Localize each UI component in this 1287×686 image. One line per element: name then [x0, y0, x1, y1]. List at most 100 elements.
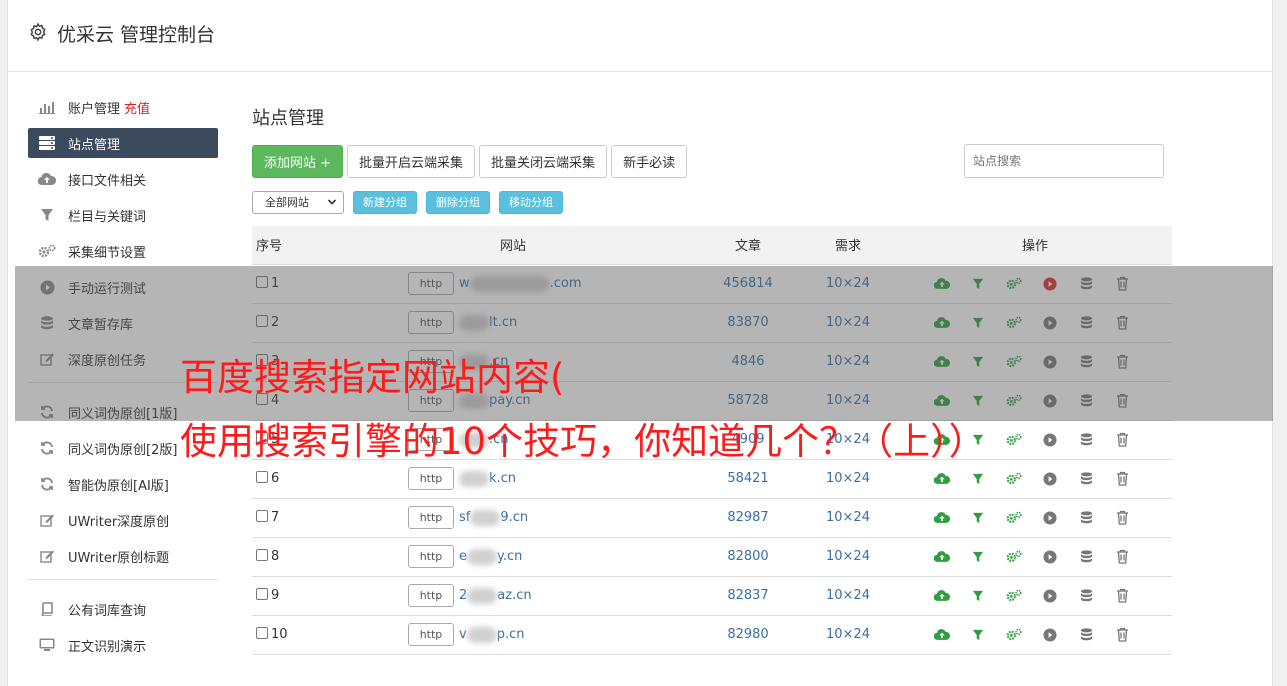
table-row: 10 http v p.cn 82980 10×24 — [252, 615, 1172, 655]
sidebar-item-uwriter-title[interactable]: UWriter原创标题 — [28, 541, 218, 571]
gears-icon[interactable] — [996, 470, 1032, 488]
row-checkbox[interactable] — [256, 627, 268, 639]
move-group-button[interactable]: 移动分组 — [499, 190, 563, 214]
cloud-upload-icon[interactable] — [924, 470, 960, 488]
sidebar-item-columns-keywords[interactable]: 栏目与关键词 — [28, 200, 218, 230]
site-domain-prefix[interactable]: e — [459, 549, 467, 564]
col-header-ops: 操作 — [898, 226, 1172, 265]
trash-icon[interactable] — [1104, 509, 1140, 527]
gears-icon[interactable] — [996, 509, 1032, 527]
demand-value[interactable]: 10×24 — [798, 498, 898, 538]
add-site-button[interactable]: 添加网站 + — [252, 144, 344, 178]
redacted-blur — [470, 509, 501, 526]
chevron-down-icon — [327, 198, 337, 205]
play-circle-icon[interactable] — [1032, 587, 1068, 605]
row-checkbox[interactable] — [256, 549, 268, 561]
bar-chart-icon — [38, 99, 56, 115]
ops-cell — [898, 537, 1172, 577]
redacted-blur — [466, 626, 497, 643]
row-no-cell: 9 — [252, 576, 328, 616]
trash-icon[interactable] — [1104, 470, 1140, 488]
recharge-link[interactable]: 充值 — [124, 98, 150, 117]
database-icon[interactable] — [1068, 626, 1104, 644]
delete-group-button[interactable]: 删除分组 — [426, 190, 490, 214]
group-toolbar: 全部网站 新建分组 删除分组 移动分组 — [252, 190, 1172, 214]
trash-icon[interactable] — [1104, 548, 1140, 566]
trash-icon[interactable] — [1104, 626, 1140, 644]
article-count[interactable]: 82987 — [698, 498, 798, 538]
protocol-badge: http — [408, 584, 454, 607]
sidebar-divider — [28, 579, 218, 580]
row-checkbox[interactable] — [256, 588, 268, 600]
filter-icon[interactable] — [960, 587, 996, 605]
sidebar-item-site-management[interactable]: 站点管理 — [28, 128, 218, 158]
database-icon[interactable] — [1068, 548, 1104, 566]
site-domain-prefix[interactable]: v — [459, 627, 467, 642]
table-row: 9 http 2 az.cn 82837 10×24 — [252, 576, 1172, 616]
row-checkbox[interactable] — [256, 510, 268, 522]
site-domain-suffix[interactable]: p.cn — [497, 627, 525, 642]
filter-icon[interactable] — [960, 470, 996, 488]
sidebar-item-text-recognition[interactable]: 正文识别演示 — [28, 630, 218, 660]
redacted-blur — [467, 587, 498, 604]
cloud-upload-icon[interactable] — [924, 509, 960, 527]
sidebar-item-collect-settings[interactable]: 采集细节设置 — [28, 236, 218, 266]
trash-icon[interactable] — [1104, 431, 1140, 449]
gears-icon[interactable] — [996, 626, 1032, 644]
batch-close-cloud-button[interactable]: 批量关闭云端采集 — [479, 144, 608, 178]
play-circle-icon[interactable] — [1032, 470, 1068, 488]
article-count[interactable]: 82980 — [698, 615, 798, 655]
gear-icon — [30, 22, 46, 42]
site-domain-suffix[interactable]: az.cn — [497, 588, 531, 603]
sidebar-item-account[interactable]: 账户管理 充值 — [28, 92, 218, 122]
cloud-upload-icon[interactable] — [924, 548, 960, 566]
database-icon[interactable] — [1068, 509, 1104, 527]
row-no: 6 — [271, 471, 280, 486]
sidebar-item-smart-ai[interactable]: 智能伪原创[AI版] — [28, 469, 218, 499]
play-circle-icon[interactable] — [1032, 509, 1068, 527]
group-select-value: 全部网站 — [265, 196, 309, 209]
demand-value[interactable]: 10×24 — [798, 615, 898, 655]
database-icon[interactable] — [1068, 431, 1104, 449]
protocol-badge: http — [408, 623, 454, 646]
gears-icon[interactable] — [996, 548, 1032, 566]
demand-value[interactable]: 10×24 — [798, 537, 898, 577]
play-circle-icon[interactable] — [1032, 431, 1068, 449]
sidebar-item-public-lexicon[interactable]: 公有词库查询 — [28, 594, 218, 624]
database-icon[interactable] — [1068, 470, 1104, 488]
site-domain-suffix[interactable]: 9.cn — [500, 510, 528, 525]
sidebar-item-label: UWriter深度原创 — [68, 514, 170, 530]
cloud-upload-icon[interactable] — [924, 587, 960, 605]
beginner-guide-button[interactable]: 新手必读 — [611, 144, 688, 178]
trash-icon[interactable] — [1104, 587, 1140, 605]
demand-value[interactable]: 10×24 — [798, 576, 898, 616]
cloud-upload-icon[interactable] — [924, 626, 960, 644]
site-domain-prefix[interactable]: 2 — [459, 588, 467, 603]
play-circle-icon[interactable] — [1032, 548, 1068, 566]
site-domain-suffix[interactable]: y.cn — [497, 549, 522, 564]
filter-icon[interactable] — [960, 509, 996, 527]
sidebar-item-uwriter-deep[interactable]: UWriter深度原创 — [28, 505, 218, 535]
filter-icon[interactable] — [960, 626, 996, 644]
gears-icon[interactable] — [996, 587, 1032, 605]
gears-icon[interactable] — [996, 431, 1032, 449]
site-search-input[interactable] — [964, 144, 1164, 178]
row-no: 10 — [271, 627, 288, 642]
new-group-button[interactable]: 新建分组 — [353, 190, 417, 214]
article-count[interactable]: 82837 — [698, 576, 798, 616]
sidebar-item-label: 栏目与关键词 — [68, 209, 147, 225]
table-header-row: 序号 网站 文章 需求 操作 — [252, 226, 1172, 265]
row-checkbox[interactable] — [256, 471, 268, 483]
play-circle-icon[interactable] — [1032, 626, 1068, 644]
site-domain-suffix[interactable]: k.cn — [489, 471, 516, 486]
edit-icon — [38, 512, 56, 528]
group-select[interactable]: 全部网站 — [252, 190, 344, 214]
filter-icon[interactable] — [960, 548, 996, 566]
batch-open-cloud-button[interactable]: 批量开启云端采集 — [347, 144, 476, 178]
row-site-cell: http e y.cn — [328, 537, 698, 577]
site-domain-prefix[interactable]: sf — [459, 510, 470, 525]
sidebar-item-label: 公有词库查询 — [68, 603, 147, 619]
database-icon[interactable] — [1068, 587, 1104, 605]
article-count[interactable]: 82800 — [698, 537, 798, 577]
sidebar-item-interface-files[interactable]: 接口文件相关 — [28, 164, 218, 194]
